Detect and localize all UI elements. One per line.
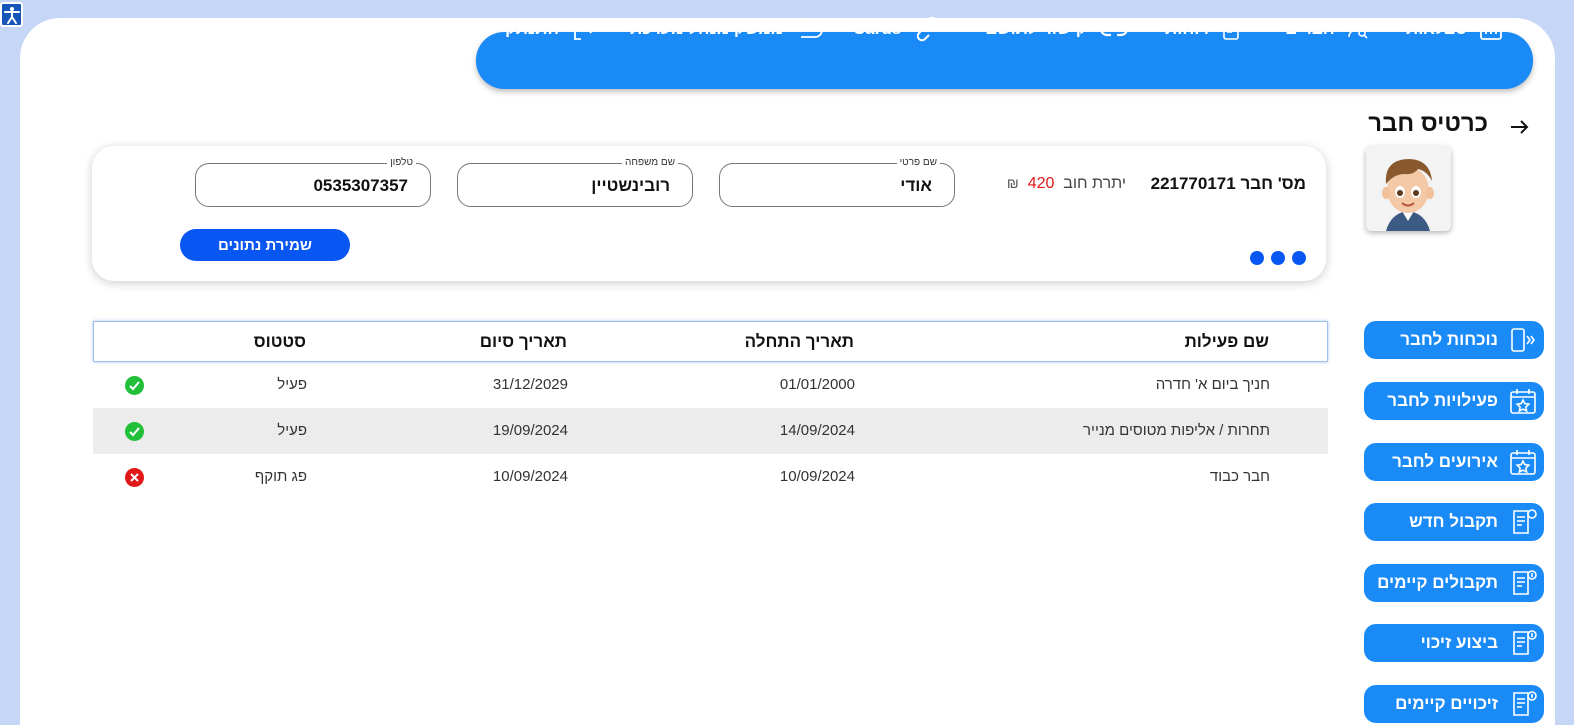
check-circle-icon: [125, 422, 144, 441]
cell-activity-name: תחרות / אליפות מטוסים מנייר: [1083, 422, 1270, 439]
dot: [1271, 251, 1285, 265]
back-button[interactable]: [1506, 114, 1532, 140]
phone-label: טלפון: [387, 156, 416, 170]
dot: [1292, 251, 1306, 265]
user-search-icon: [1347, 18, 1368, 39]
cell-end-date: 10/09/2024: [492, 468, 568, 485]
table-row[interactable]: חניך ביום א' חדרה 01/01/2000 31/12/2029 …: [93, 362, 1328, 408]
nav-item-label: חברים: [1285, 18, 1335, 38]
perform-credit-button[interactable]: ביצוע זיכוי: [1364, 624, 1544, 662]
cell-status: פעיל: [277, 422, 307, 439]
more-options-button[interactable]: [1250, 251, 1306, 265]
member-number-value: 221770171: [1150, 174, 1236, 193]
receipt-coin-icon: [1513, 630, 1537, 655]
side-button-label: אירועים לחבר: [1392, 452, 1498, 471]
cell-end-date: 19/09/2024: [492, 422, 568, 439]
activities-table-header: שם פעילות תאריך התחלה תאריך סיום סטטוס: [93, 321, 1328, 362]
nav-item-tables[interactable]: טבלאות: [1406, 0, 1503, 57]
nav-item-label: דוחות: [1165, 18, 1210, 38]
currency-symbol: ₪: [1006, 175, 1019, 191]
side-button-label: פעילויות לחבר: [1387, 391, 1498, 410]
avatar: [1366, 146, 1451, 231]
accessibility-button[interactable]: [0, 2, 23, 27]
nav-item-logout[interactable]: התנתק: [505, 0, 597, 57]
first-name-field: שם פרטי: [719, 156, 955, 207]
cell-end-date: 31/12/2029: [492, 376, 568, 393]
column-header-name: שם פעילות: [1184, 332, 1269, 351]
receipt-coin-icon: [1513, 570, 1537, 595]
column-header-status: סטטוס: [253, 332, 306, 351]
column-header-start: תאריך התחלה: [744, 332, 854, 351]
side-button-label: תקבול חדש: [1409, 512, 1498, 531]
side-button-label: זיכויים קיימים: [1395, 694, 1498, 713]
side-button-label: תקבולים קיימים: [1377, 573, 1498, 592]
nav-item-label: התנתק: [505, 18, 559, 38]
debt-balance: יתרת חוב 420 ₪: [998, 175, 1126, 193]
x-circle-icon: [125, 468, 144, 487]
cell-status: פג תוקף: [254, 468, 307, 485]
logout-icon: [574, 17, 596, 40]
arrow-right-icon: [1511, 120, 1529, 134]
dot: [1250, 251, 1264, 265]
calendar-star-icon: [1510, 450, 1536, 475]
existing-receipts-button[interactable]: תקבולים קיימים: [1364, 564, 1544, 602]
receipt-new-icon: [1513, 509, 1537, 534]
nav-item-label: קישור לתושב: [986, 18, 1087, 38]
existing-credits-button[interactable]: זיכויים קיימים: [1364, 685, 1544, 723]
check-circle-icon: [125, 376, 144, 395]
member-number: מס' חבר 221770171: [1140, 174, 1306, 194]
nav-item-label: טבלאות: [1406, 18, 1467, 38]
receipt-coin-icon: [1513, 691, 1537, 716]
nav-item-reports[interactable]: דוחות: [1165, 0, 1241, 57]
nav-item-admin[interactable]: ממשק מנהל מערכת: [630, 0, 825, 57]
avatar-illustration: [1366, 146, 1451, 231]
debt-amount: 420: [1027, 175, 1055, 192]
side-button-label: ביצוע זיכוי: [1420, 633, 1498, 652]
cell-activity-name: חניך ביום א' חדרה: [1155, 376, 1270, 393]
bar-chart-icon: [1479, 17, 1502, 40]
nav-item-cards[interactable]: Cards: [853, 0, 941, 57]
first-name-input[interactable]: [730, 174, 932, 198]
phone-field: טלפון: [195, 156, 431, 207]
link-icon: [1099, 21, 1128, 36]
first-name-label: שם פרטי: [896, 156, 940, 170]
nav-item-members[interactable]: חברים: [1285, 0, 1369, 57]
member-activities-button[interactable]: פעילויות לחבר: [1364, 382, 1544, 420]
last-name-field: שם משפחה: [457, 156, 693, 207]
member-events-button[interactable]: אירועים לחבר: [1364, 443, 1544, 481]
calendar-star-icon: [1510, 389, 1536, 414]
side-button-label: נוכחות לחבר: [1400, 330, 1498, 349]
cell-activity-name: חבר כבוד: [1209, 468, 1270, 485]
report-icon: [1223, 17, 1240, 40]
phone-input[interactable]: [206, 174, 408, 198]
door-entry-icon: [1511, 328, 1535, 352]
table-row[interactable]: תחרות / אליפות מטוסים מנייר 14/09/2024 1…: [93, 408, 1328, 454]
nav-item-label: ממשק מנהל מערכת: [630, 18, 784, 38]
save-data-button[interactable]: שמירת נתונים: [180, 229, 350, 261]
cell-start-date: 01/01/2000: [779, 376, 855, 393]
nav-item-resident-link[interactable]: קישור לתושב: [986, 0, 1129, 57]
member-number-label: מס' חבר: [1240, 174, 1306, 193]
chain-link-icon: [916, 16, 938, 41]
last-name-input[interactable]: [468, 174, 670, 198]
table-row[interactable]: חבר כבוד 10/09/2024 10/09/2024 פג תוקף: [93, 454, 1328, 500]
last-name-label: שם משפחה: [622, 156, 678, 170]
page-title: כרטיס חבר: [1368, 110, 1488, 137]
nav-item-label: Cards: [853, 18, 902, 38]
debt-label: יתרת חוב: [1063, 175, 1126, 192]
return-arrow-icon: [796, 16, 824, 38]
cell-start-date: 14/09/2024: [779, 422, 855, 439]
new-receipt-button[interactable]: תקבול חדש: [1364, 503, 1544, 541]
cell-start-date: 10/09/2024: [779, 468, 855, 485]
accessibility-icon: [3, 6, 20, 24]
cell-status: פעיל: [277, 376, 307, 393]
column-header-end: תאריך סיום: [479, 332, 567, 351]
member-attendance-button[interactable]: נוכחות לחבר: [1364, 321, 1544, 359]
